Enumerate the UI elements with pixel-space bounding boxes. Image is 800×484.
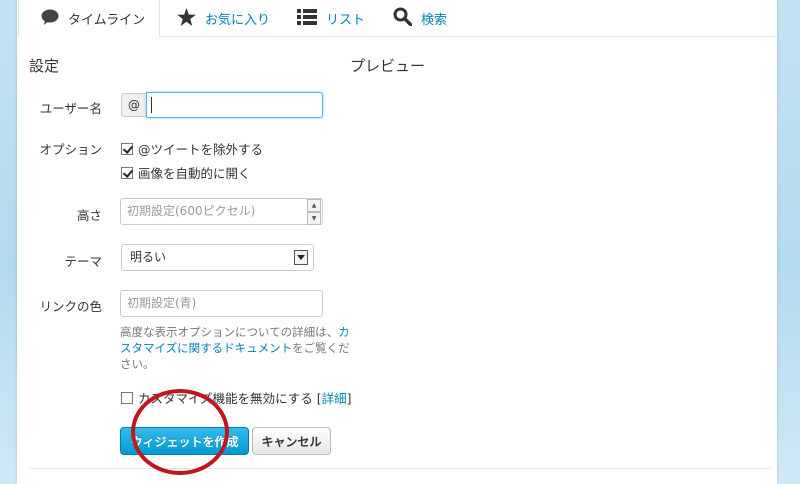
widget-settings-panel: タイムライン お気に入り リスト 検索 設定 プレビュー ユーザー名 @ オプシ… [17, 0, 777, 484]
link-color-label: リンクの色 [39, 299, 102, 314]
height-stepper[interactable]: ▲ ▼ [307, 199, 321, 225]
speech-bubble-icon [41, 9, 59, 29]
tab-label: 検索 [421, 13, 448, 28]
text-caret [151, 97, 152, 113]
help-prefix: 高度な表示オプションについての詳細は、 [120, 325, 339, 339]
auto-expand-photos-option[interactable]: 画像を自動的に開く [121, 163, 251, 182]
exclude-replies-checkbox[interactable] [121, 142, 133, 155]
auto-expand-photos-label: 画像を自動的に開く [138, 166, 251, 181]
cancel-button[interactable]: キャンセル [252, 427, 331, 455]
star-icon [177, 7, 196, 30]
link-color-input[interactable]: 初期設定(青) [120, 290, 323, 317]
options-label: オプション [39, 142, 102, 157]
username-label: ユーザー名 [39, 101, 102, 116]
create-widget-button[interactable]: ウィジェットを作成 [120, 427, 249, 455]
username-input[interactable] [146, 92, 323, 118]
disable-customization-option[interactable]: カスタマイズ機能を無効にする [詳細] [121, 388, 352, 407]
tab-lists[interactable]: リスト [297, 0, 365, 37]
preview-title: プレビュー [350, 57, 426, 75]
tab-favorites[interactable]: お気に入り [177, 0, 270, 37]
theme-selected-value: 明るい [130, 250, 167, 264]
tab-timeline[interactable]: タイムライン [18, 0, 160, 38]
height-input[interactable]: 初期設定(600ピクセル) [120, 198, 323, 225]
chevron-down-icon[interactable] [294, 250, 308, 265]
stepper-down-icon[interactable]: ▼ [307, 212, 321, 225]
details-link[interactable]: 詳細 [322, 391, 347, 406]
height-placeholder: 初期設定(600ピクセル) [127, 204, 256, 218]
theme-label: テーマ [64, 254, 102, 269]
tab-label: リスト [326, 13, 366, 28]
height-label: 高さ [76, 208, 102, 223]
list-icon [297, 8, 317, 29]
settings-title: 設定 [29, 57, 60, 75]
divider [30, 468, 770, 469]
tab-label: タイムライン [68, 13, 146, 28]
theme-select[interactable]: 明るい [121, 244, 314, 271]
tab-bar: タイムライン お気に入り リスト 検索 [17, 0, 777, 38]
search-icon [393, 7, 413, 30]
link-color-placeholder: 初期設定(青) [127, 296, 197, 310]
disable-customization-label: カスタマイズ機能を無効にする [138, 391, 313, 406]
stepper-up-icon[interactable]: ▲ [307, 199, 321, 212]
help-text: 高度な表示オプションについての詳細は、カスタマイズに関するドキュメントをご覧くだ… [120, 324, 352, 372]
exclude-replies-option[interactable]: @ツイートを除外する [121, 139, 263, 158]
tab-search[interactable]: 検索 [393, 0, 447, 37]
auto-expand-photos-checkbox[interactable] [121, 166, 133, 179]
username-prefix: @ [121, 93, 146, 117]
exclude-replies-label: @ツイートを除外する [138, 142, 264, 157]
disable-customization-checkbox[interactable] [121, 391, 133, 404]
tab-label: お気に入り [205, 13, 271, 28]
